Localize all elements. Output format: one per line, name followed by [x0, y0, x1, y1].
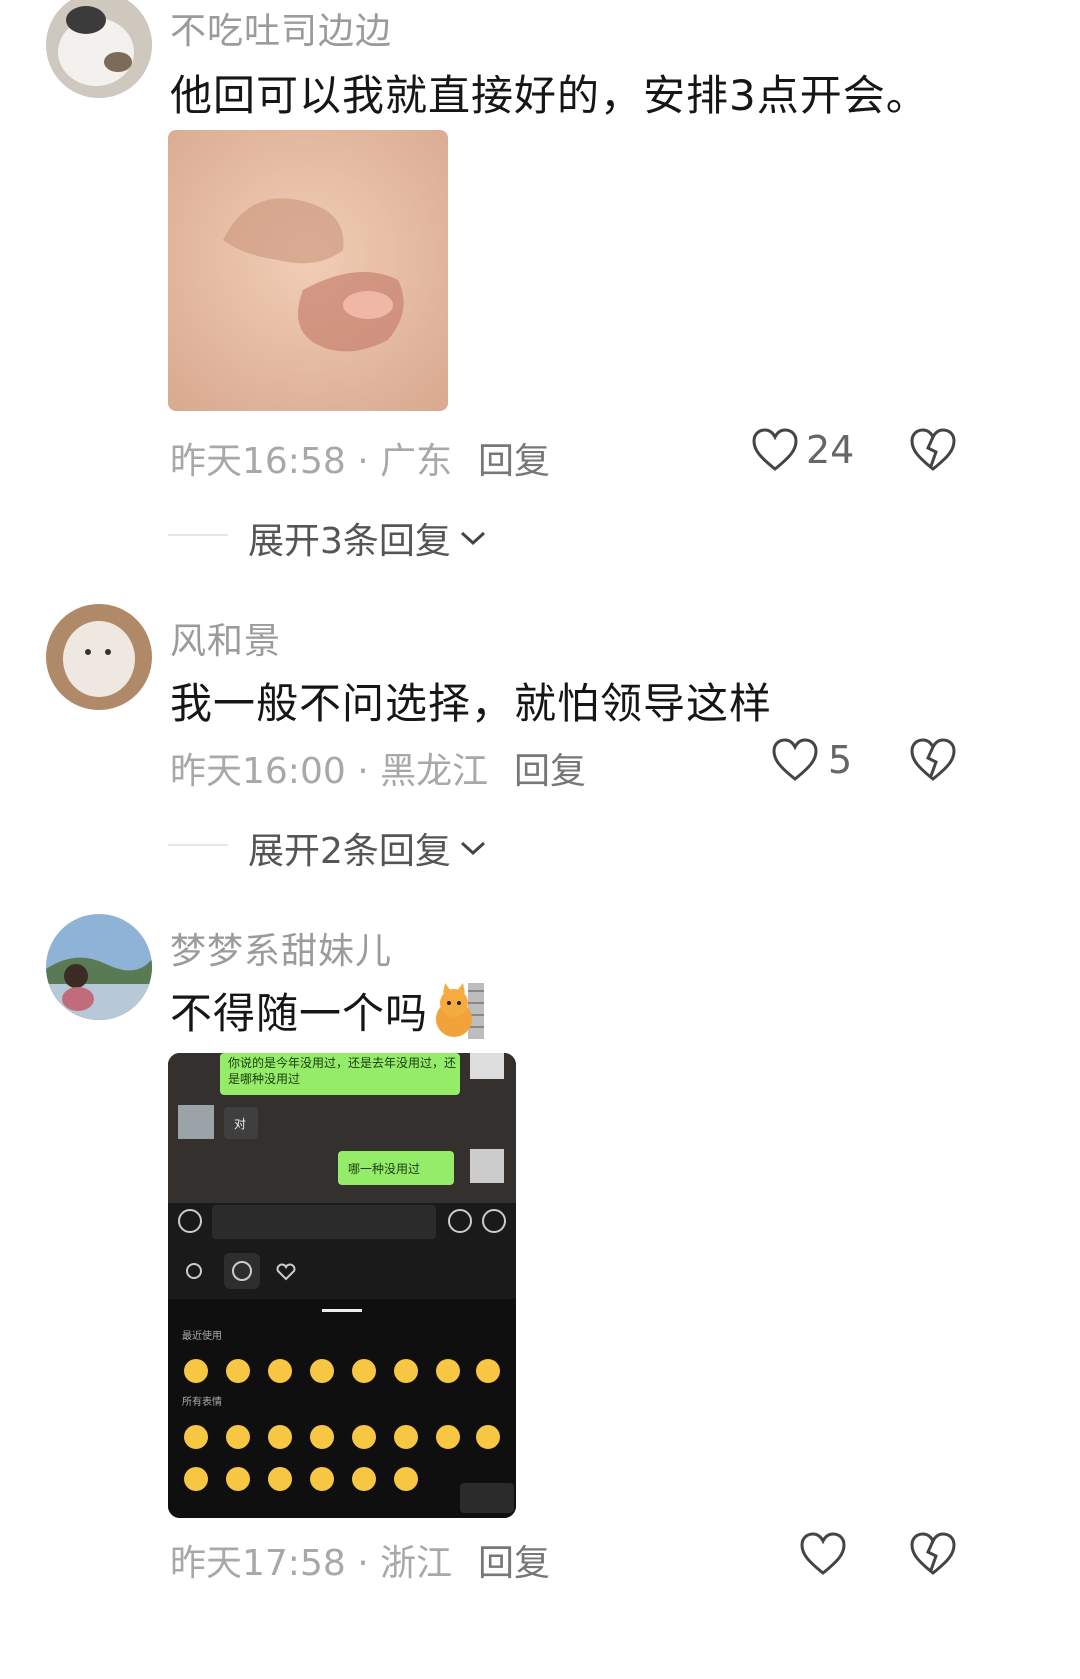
expand-text: 展开2条回复: [248, 831, 451, 872]
divider: [168, 534, 228, 536]
dislike-button[interactable]: [910, 1532, 956, 1576]
avatar[interactable]: [46, 914, 152, 1020]
reply-button[interactable]: 回复: [514, 742, 586, 794]
expand-replies[interactable]: 展开3条回复: [248, 512, 487, 564]
username[interactable]: 风和景: [170, 612, 281, 664]
comment-text: 我一般不问选择，就怕领导这样: [170, 679, 773, 728]
cat-wall-emoji-icon: [434, 982, 485, 1039]
chat-message-white: 对: [234, 1117, 247, 1131]
broken-heart-icon: [910, 428, 956, 472]
broken-heart-icon: [910, 738, 956, 782]
dislike-button[interactable]: [910, 428, 956, 472]
like-count: 5: [828, 738, 853, 782]
comment-text: 不得随一个吗: [170, 989, 429, 1038]
comment-image[interactable]: 你说的是今年没用过，还是去年没用过，还是哪种没用过 对 哪一种没用过 最近使用 …: [168, 1053, 516, 1518]
chat-message-green: 哪一种没用过: [348, 1162, 421, 1176]
username[interactable]: 梦梦系甜妹儿: [170, 922, 392, 974]
emoji-section-label: 最近使用: [182, 1331, 222, 1342]
broken-heart-icon: [910, 1532, 956, 1576]
heart-icon: [752, 428, 798, 472]
chevron-down-icon: [459, 838, 487, 858]
heart-icon: [772, 738, 818, 782]
comment-text-row: 不得随一个吗: [170, 980, 485, 1041]
heart-icon: [800, 1532, 846, 1576]
avatar[interactable]: [46, 0, 152, 98]
comment-meta: 昨天17:58 · 浙江: [170, 1543, 453, 1584]
like-button[interactable]: 5: [772, 738, 852, 782]
like-count: 24: [806, 428, 855, 472]
like-button[interactable]: 24: [752, 428, 854, 472]
comment-meta: 昨天16:58 · 广东: [170, 441, 453, 482]
dislike-button[interactable]: [910, 738, 956, 782]
chat-message-green: 你说的是今年没用过，还是去年没用过，还是哪种没用过: [228, 1056, 457, 1086]
expand-text: 展开3条回复: [248, 521, 451, 562]
emoji-section-label: 所有表情: [182, 1397, 222, 1408]
chevron-down-icon: [459, 528, 487, 548]
username[interactable]: 不吃吐司边边: [170, 2, 392, 54]
comment-text: 他回可以我就直接好的，安排3点开会。: [170, 71, 929, 120]
avatar[interactable]: [46, 604, 152, 710]
reply-button[interactable]: 回复: [478, 432, 550, 484]
comment-meta: 昨天16:00 · 黑龙江: [170, 751, 489, 792]
divider: [168, 844, 228, 846]
like-button[interactable]: [800, 1532, 846, 1576]
expand-replies[interactable]: 展开2条回复: [248, 822, 487, 874]
comment-image[interactable]: [168, 130, 448, 411]
reply-button[interactable]: 回复: [478, 1534, 550, 1586]
